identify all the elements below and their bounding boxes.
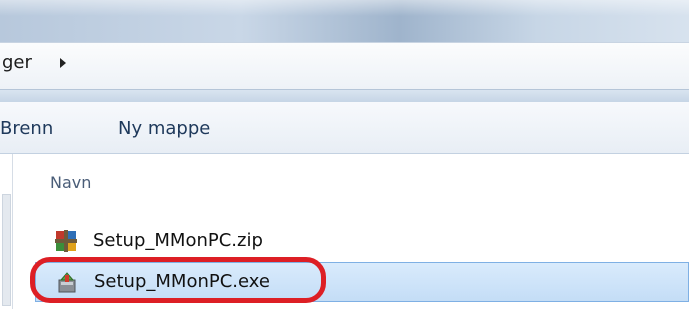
title-bar-glare: [0, 0, 689, 16]
navigation-scrollbar[interactable]: [2, 194, 11, 306]
navigation-pane: [0, 154, 13, 309]
command-bar: Brenn Ny mappe: [0, 102, 689, 154]
zip-archive-icon: [55, 230, 77, 252]
burn-button[interactable]: Brenn: [0, 118, 53, 139]
file-name: Setup_MMonPC.exe: [94, 271, 270, 292]
column-header-name[interactable]: Navn: [50, 173, 91, 192]
file-row[interactable]: Setup_MMonPC.zip: [35, 222, 689, 260]
breadcrumb-segment[interactable]: ger: [2, 52, 32, 73]
installer-icon: [58, 272, 76, 293]
file-row-selected[interactable]: Setup_MMonPC.exe: [35, 262, 689, 302]
new-folder-button[interactable]: Ny mappe: [118, 118, 210, 139]
breadcrumb-chevron-icon[interactable]: [60, 58, 66, 68]
window-title-bar: [0, 0, 689, 42]
address-bar[interactable]: ger: [0, 42, 689, 90]
chrome-separator: [0, 90, 689, 102]
file-name: Setup_MMonPC.zip: [93, 230, 263, 251]
